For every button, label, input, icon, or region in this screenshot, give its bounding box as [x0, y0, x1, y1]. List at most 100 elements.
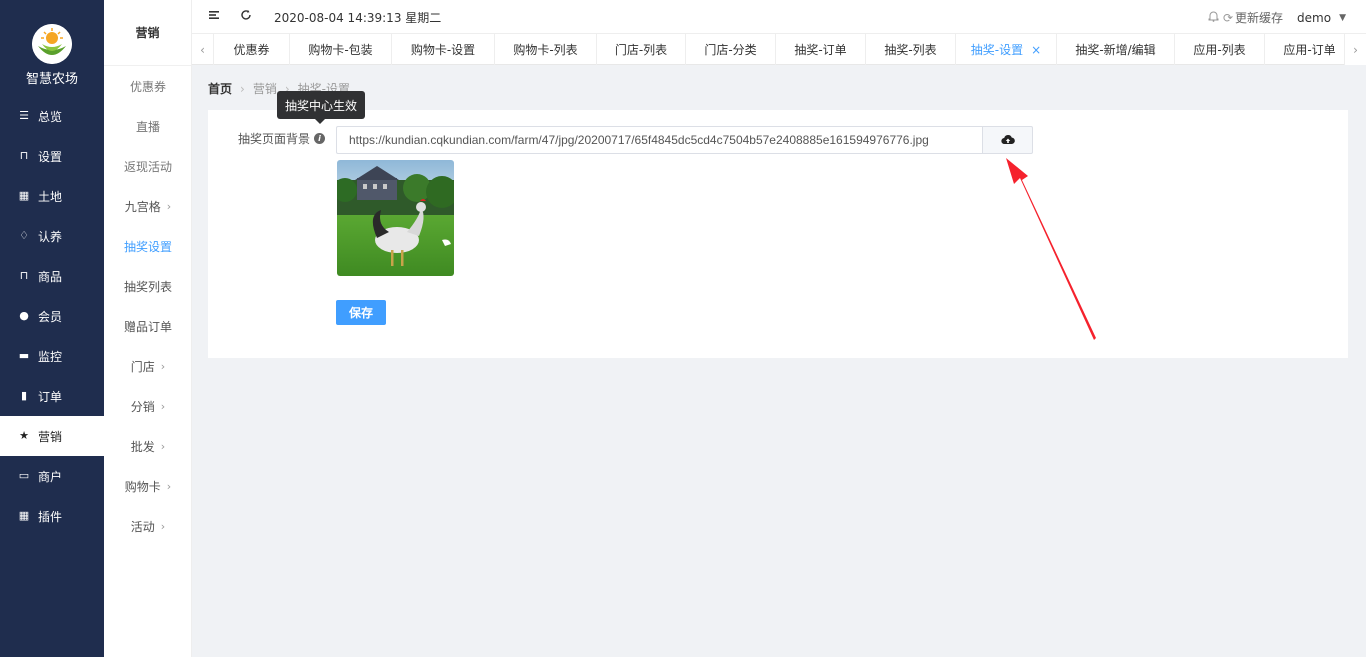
- submenu-item-stores[interactable]: 门店 ›: [104, 346, 192, 386]
- cloud-upload-icon: [1000, 135, 1015, 145]
- nav-item-plugins[interactable]: ▦ 插件: [0, 496, 104, 536]
- nav-label: 会员: [38, 309, 63, 324]
- nav-label: 商品: [38, 269, 63, 284]
- nav-label: 总览: [38, 109, 63, 124]
- user-menu[interactable]: demo: [1297, 11, 1331, 25]
- submenu-label: 门店: [130, 359, 155, 374]
- nav-label: 商户: [38, 469, 63, 484]
- submenu-label: 九宫格: [124, 199, 161, 214]
- camera-icon: ▬: [18, 349, 30, 362]
- nav-item-monitor[interactable]: ▬ 监控: [0, 336, 104, 376]
- tab-lottery-orders[interactable]: 抽奖-订单: [776, 34, 866, 65]
- sliders-icon: ☰: [19, 109, 29, 122]
- tab-lottery-settings[interactable]: 抽奖-设置 ×: [956, 34, 1057, 65]
- nav-label: 插件: [38, 509, 63, 524]
- refresh-cache-link[interactable]: 更新缓存: [1235, 9, 1283, 26]
- tab-label: 抽奖-订单: [794, 43, 847, 57]
- tab-card-package[interactable]: 购物卡-包装: [290, 34, 392, 65]
- user-icon: ●: [19, 309, 29, 322]
- refresh-icon[interactable]: [240, 9, 252, 25]
- nav-item-goods[interactable]: ⊓ 商品: [0, 256, 104, 296]
- main-sidebar: 智慧农场 ☰ 总览 ⊓ 设置 ▦ 土地 ♢ 认养 ⊓ 商品 ● 会员 ▬ 监控 ▮ 订单 ★ 营销…: [0, 0, 104, 657]
- page-tabs: ‹ 优惠券 购物卡-包装 购物卡-设置 购物卡-列表 门店-列表 门店-分类 抽…: [192, 33, 1366, 65]
- tab-card-settings[interactable]: 购物卡-设置: [392, 34, 495, 65]
- submenu-item-nine-grid[interactable]: 九宫格 ›: [104, 186, 192, 226]
- chevron-right-icon: ›: [166, 479, 172, 493]
- chevron-right-icon: ›: [160, 399, 166, 413]
- breadcrumb-home[interactable]: 首页: [208, 80, 232, 97]
- bg-field-label: 抽奖页面背景 i: [238, 130, 326, 147]
- tab-label: 门店-分类: [704, 43, 757, 57]
- sync-icon: ⟳: [1222, 10, 1234, 25]
- chevron-left-icon: ‹: [200, 42, 205, 57]
- tab-store-list[interactable]: 门店-列表: [597, 34, 686, 65]
- tab-label: 购物卡-包装: [308, 43, 373, 57]
- submenu-label: 直播: [135, 119, 160, 134]
- menu-toggle-icon[interactable]: [208, 9, 220, 25]
- tab-app-list[interactable]: 应用-列表: [1175, 34, 1265, 65]
- submenu-item-wholesale[interactable]: 批发 ›: [104, 426, 192, 466]
- submenu-label: 返现活动: [123, 159, 172, 174]
- nav-item-settings[interactable]: ⊓ 设置: [0, 136, 104, 176]
- submenu-list: 优惠券 直播 返现活动 九宫格 › 抽奖设置 抽奖列表 赠品订单 门店 › 分销 › …: [104, 66, 192, 546]
- info-tooltip: 抽奖中心生效: [277, 91, 365, 124]
- info-icon[interactable]: i: [314, 133, 326, 144]
- nav-label: 订单: [38, 389, 63, 404]
- nav-item-adopt[interactable]: ♢ 认养: [0, 216, 104, 256]
- nav-item-land[interactable]: ▦ 土地: [0, 176, 104, 216]
- logo: [32, 24, 72, 64]
- bg-label-text: 抽奖页面背景: [238, 132, 311, 146]
- submenu-item-shopping-card[interactable]: 购物卡 ›: [104, 466, 192, 506]
- tab-label: 应用-列表: [1193, 43, 1246, 57]
- gem-icon: ♢: [19, 229, 29, 242]
- tab-app-orders[interactable]: 应用-订单: [1265, 34, 1355, 65]
- nav-item-orders[interactable]: ▮ 订单: [0, 376, 104, 416]
- tabs-scroll-right[interactable]: ›: [1344, 34, 1366, 65]
- submenu-item-gift-orders[interactable]: 赠品订单: [104, 306, 192, 346]
- tabs-scroll-left[interactable]: ‹: [192, 34, 214, 65]
- submenu-label: 购物卡: [124, 479, 161, 494]
- top-header: 2020-08-04 14:39:13 星期二 ⟳ 更新缓存 demo ▼: [192, 0, 1366, 33]
- submenu-item-activities[interactable]: 活动 ›: [104, 506, 192, 546]
- chevron-right-icon: ›: [160, 519, 166, 533]
- tab-label: 门店-列表: [614, 43, 668, 57]
- submenu-label: 抽奖列表: [123, 279, 172, 294]
- nav-item-merchant[interactable]: ▭ 商户: [0, 456, 104, 496]
- nav-label: 设置: [38, 149, 63, 164]
- tab-lottery-edit[interactable]: 抽奖-新增/编辑: [1057, 34, 1175, 65]
- header-right: ⟳ 更新缓存 demo ▼: [1208, 9, 1346, 26]
- tab-lottery-list[interactable]: 抽奖-列表: [866, 34, 956, 65]
- chevron-right-icon: ›: [160, 439, 166, 453]
- breadcrumb-marketing[interactable]: 营销: [253, 80, 277, 97]
- save-button[interactable]: 保存: [336, 300, 386, 325]
- submenu-item-lottery-settings[interactable]: 抽奖设置: [104, 226, 192, 266]
- submenu-item-lottery-list[interactable]: 抽奖列表: [104, 266, 192, 306]
- submenu-item-coupons[interactable]: 优惠券: [104, 66, 192, 106]
- bg-image-preview[interactable]: [337, 160, 454, 276]
- tab-label: 抽奖-设置: [970, 43, 1024, 57]
- grid-icon: ▦: [18, 189, 30, 202]
- bell-icon[interactable]: [1208, 10, 1219, 25]
- grid-icon: ▦: [18, 509, 30, 522]
- tab-label: 抽奖-列表: [884, 43, 937, 57]
- bg-url-input[interactable]: [336, 126, 982, 154]
- chevron-right-icon: ›: [166, 199, 172, 213]
- nav-item-marketing[interactable]: ★ 营销: [0, 416, 104, 456]
- nav-item-members[interactable]: ● 会员: [0, 296, 104, 336]
- submenu-title: 营销: [104, 0, 191, 66]
- submenu-item-cashback[interactable]: 返现活动: [104, 146, 192, 186]
- settings-card: 抽奖页面背景 i 保存: [208, 110, 1348, 358]
- tab-label: 购物卡-设置: [410, 43, 476, 57]
- nav-label: 认养: [38, 229, 63, 244]
- tab-coupons[interactable]: 优惠券: [214, 34, 290, 65]
- nav-item-overview[interactable]: ☰ 总览: [0, 96, 104, 136]
- brand-name: 智慧农场: [25, 72, 78, 87]
- submenu-label: 抽奖设置: [123, 239, 172, 254]
- tab-store-category[interactable]: 门店-分类: [686, 34, 776, 65]
- upload-button[interactable]: [982, 126, 1033, 154]
- caret-down-icon[interactable]: ▼: [1339, 13, 1346, 23]
- submenu-item-distribution[interactable]: 分销 ›: [104, 386, 192, 426]
- submenu-item-live[interactable]: 直播: [104, 106, 192, 146]
- tab-card-list[interactable]: 购物卡-列表: [495, 34, 597, 65]
- close-icon[interactable]: ×: [1031, 43, 1041, 57]
